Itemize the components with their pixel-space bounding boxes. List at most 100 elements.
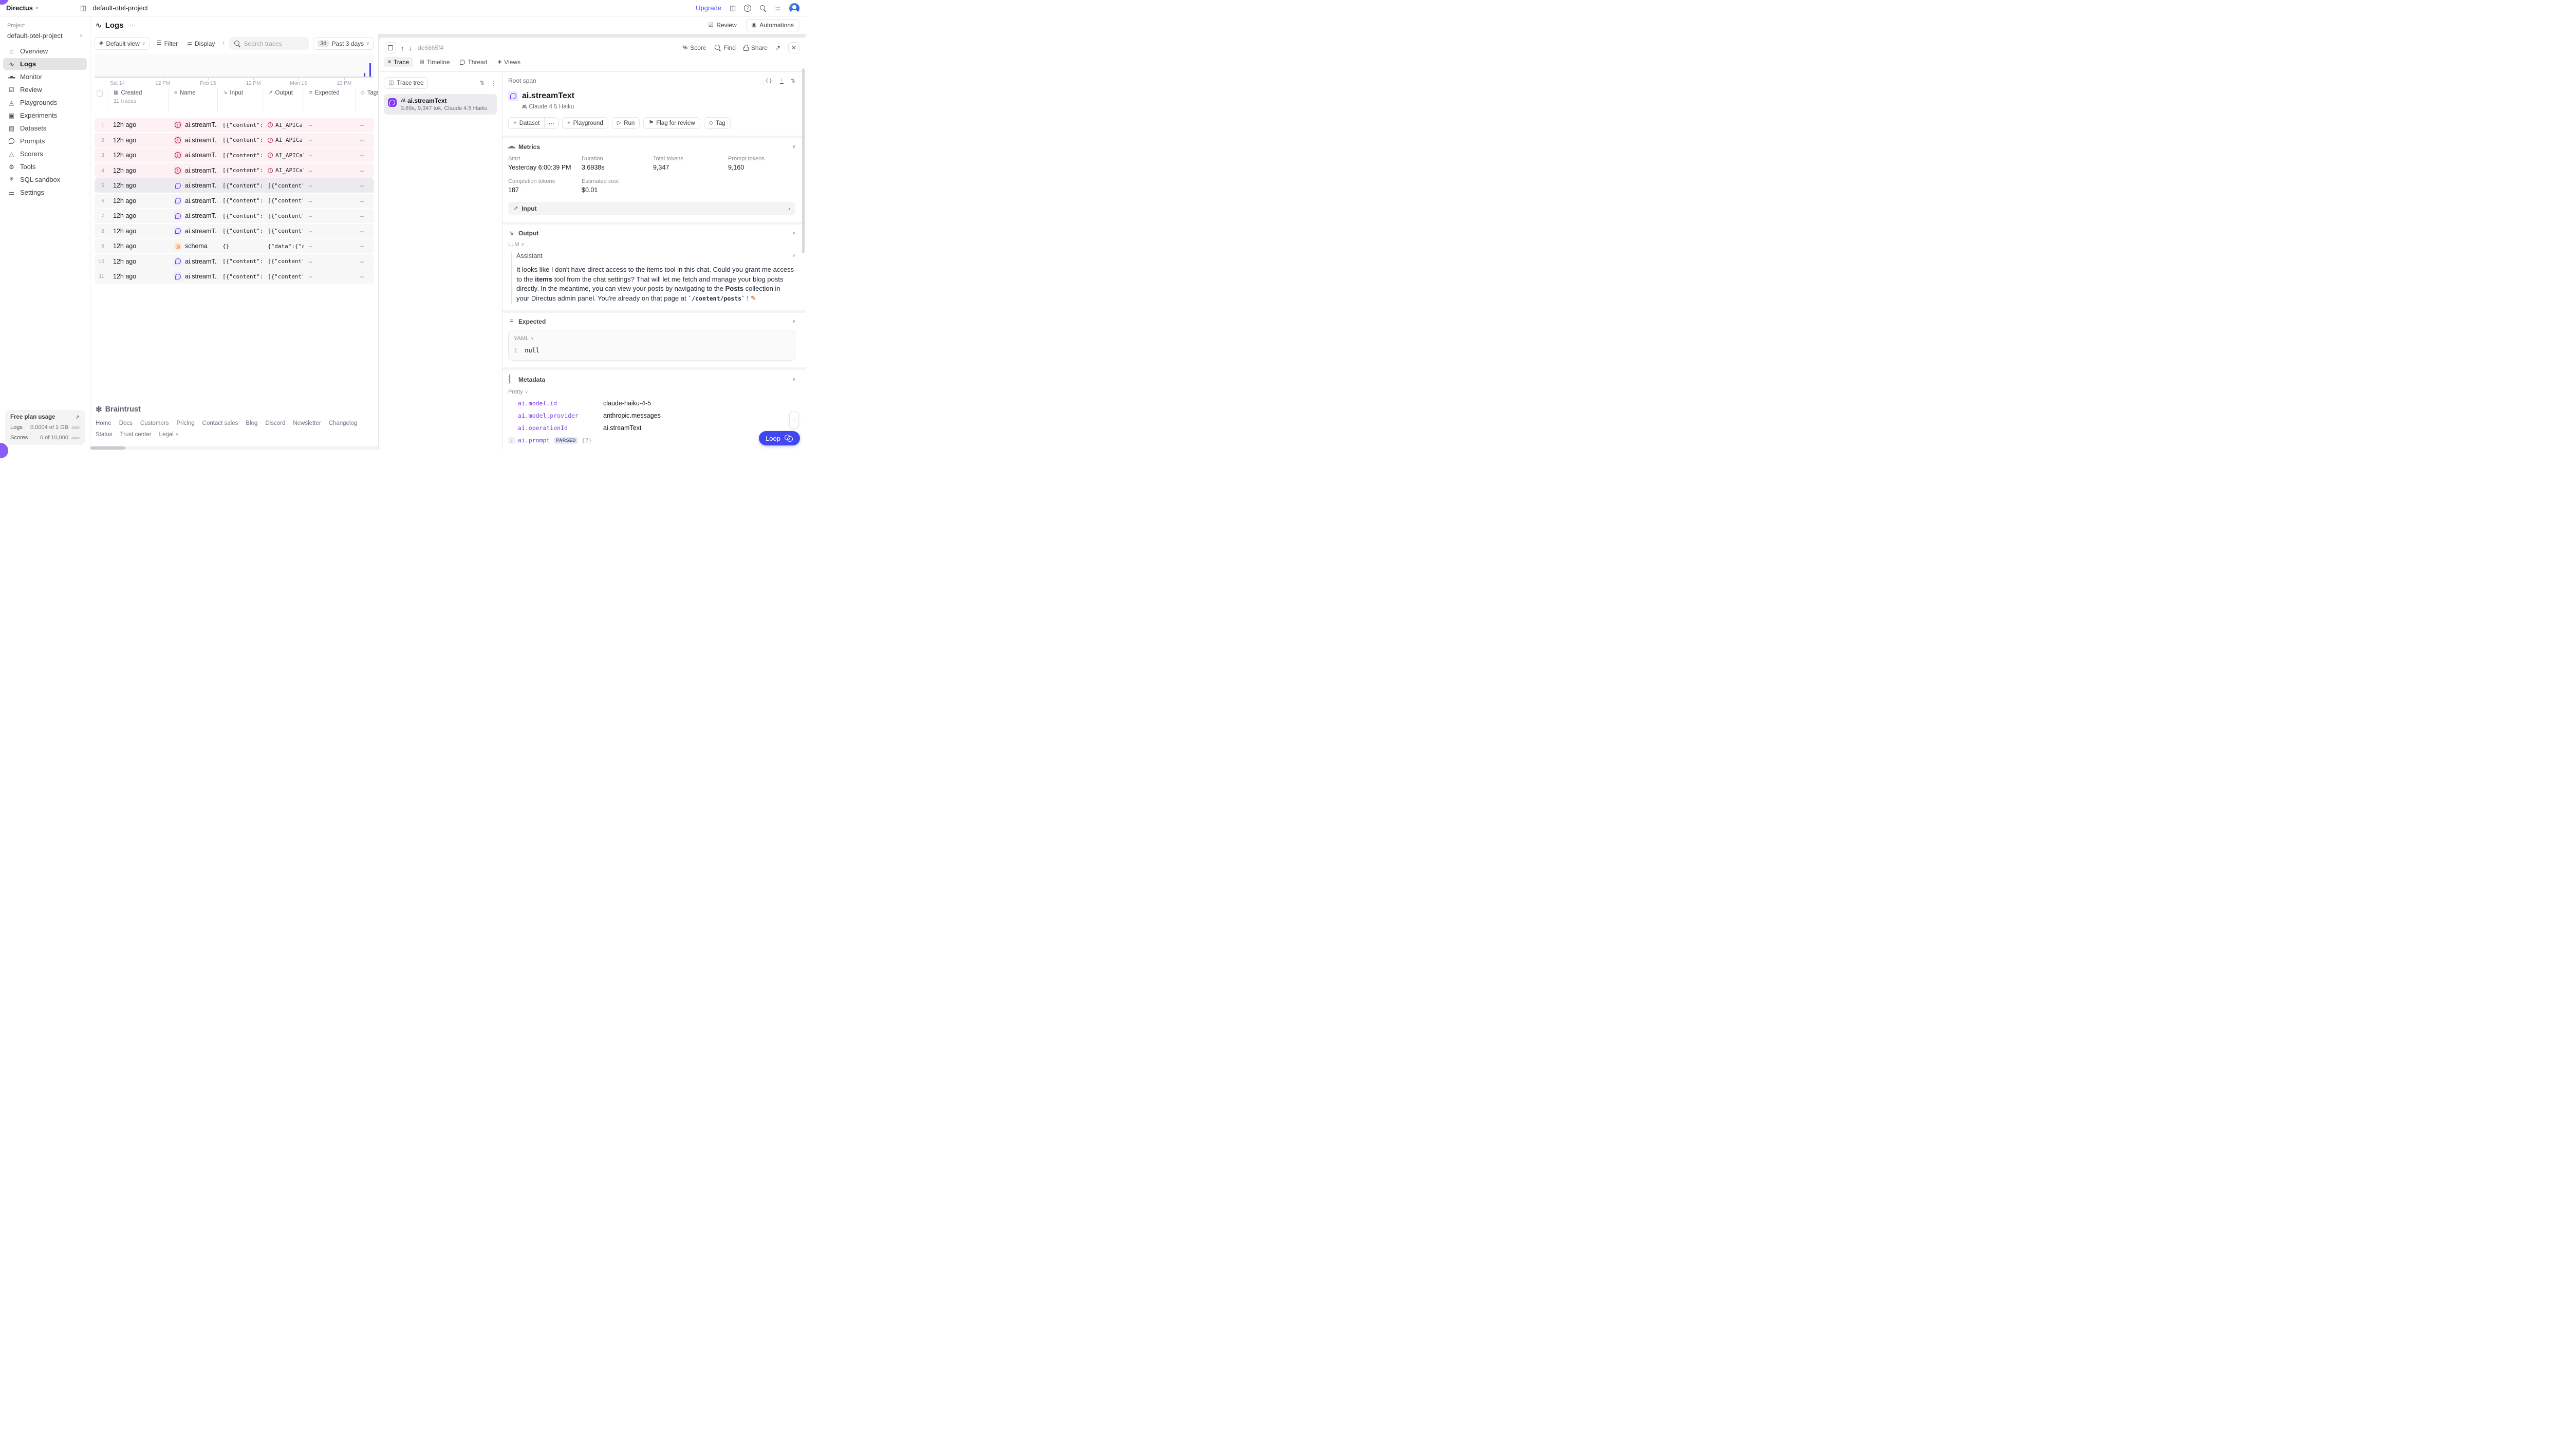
project-selector[interactable]: default-otel-project ∨	[0, 31, 90, 45]
avatar[interactable]	[789, 3, 799, 13]
expected-section-header[interactable]: Expected ∨	[508, 318, 795, 325]
preferences-icon[interactable]: ⚌	[775, 5, 781, 11]
open-external-icon[interactable]: ↗	[775, 44, 780, 51]
tree-menu-icon[interactable]: ⋮	[491, 80, 497, 87]
table-row[interactable]: 8 12h ago ai.streamT... [{"content":" ..…	[95, 224, 374, 238]
expand-panel-button[interactable]	[385, 42, 396, 53]
detail-tab[interactable]: Trace	[384, 57, 413, 67]
footer-link-legal[interactable]: Legal ∨	[159, 432, 179, 438]
metrics-section-header[interactable]: Metrics ∨	[508, 143, 795, 151]
json-view-icon[interactable]: {}	[766, 78, 773, 84]
vertical-scrollbar[interactable]	[802, 68, 805, 253]
close-panel-button[interactable]: ✕	[788, 42, 799, 53]
footer-link[interactable]: Changelog	[329, 420, 358, 426]
table-row[interactable]: 2 12h ago ai.streamT... [{"content":" ..…	[95, 133, 374, 147]
sidebar-toggle-icon[interactable]: ◫	[80, 4, 86, 12]
table-row[interactable]: 10 12h ago ai.streamT... [{"content":" .…	[95, 254, 374, 269]
collapse-sections-icon[interactable]: ⇅	[791, 78, 795, 84]
detail-tab[interactable]: Thread	[456, 57, 491, 67]
dataset-more-button[interactable]: ⋯	[544, 118, 558, 128]
trace-tree-item[interactable]: A\ ai.streamText 3.69s, 9,347 tok, Claud…	[384, 94, 497, 115]
outline-menu-button[interactable]: ≡	[789, 412, 799, 428]
docs-icon[interactable]: ◫	[730, 5, 736, 11]
display-button[interactable]: ⚌ Display	[184, 37, 217, 50]
footer-link[interactable]: Trust center	[120, 432, 152, 438]
trace-histogram[interactable]: Sat 14 12 PM Feb 15 12 PM Mon 16 12 PM	[95, 54, 374, 86]
prev-trace-icon[interactable]: ↑	[401, 44, 404, 52]
tag-button[interactable]: ◇Tag	[704, 117, 731, 129]
table-row[interactable]: 3 12h ago ai.streamT... [{"content":" ..…	[95, 148, 374, 162]
horizontal-scrollbar[interactable]	[90, 446, 125, 450]
sidebar-item[interactable]: Experiments	[3, 109, 87, 121]
detail-tab[interactable]: Timeline	[415, 57, 454, 67]
filter-button[interactable]: ☰ Filter	[154, 37, 181, 50]
metadata-view-selector[interactable]: Pretty ∨	[508, 389, 528, 395]
footer-link[interactable]: Newsletter	[293, 420, 321, 426]
input-section-collapsed[interactable]: ↗ Input ›	[508, 202, 795, 215]
org-switcher[interactable]: Directus ∨	[6, 4, 80, 12]
add-playground-button[interactable]: +Playground	[562, 117, 608, 129]
score-button[interactable]: % Score	[682, 44, 706, 51]
add-dataset-button[interactable]: +Dataset	[509, 118, 544, 128]
metadata-section-header[interactable]: Metadata ∨	[508, 375, 795, 384]
sidebar-item[interactable]: Overview	[3, 45, 87, 57]
metadata-key[interactable]: ai.operationId	[518, 424, 568, 432]
metadata-key[interactable]: ai.response.finishReason	[518, 449, 603, 450]
footer-link[interactable]: Contact sales	[202, 420, 238, 426]
search-traces-box[interactable]	[229, 37, 309, 50]
flag-for-review-button[interactable]: ⚑Flag for review	[643, 117, 700, 129]
run-button[interactable]: ▷Run	[612, 117, 640, 129]
table-row[interactable]: 6 12h ago ai.streamT... [{"content":" ..…	[95, 194, 374, 208]
export-icon[interactable]: ↓	[221, 41, 225, 47]
footer-link[interactable]: Home	[96, 420, 111, 426]
footer-link[interactable]: Discord	[265, 420, 285, 426]
column-header-created[interactable]: Created 11 traces	[108, 88, 169, 113]
table-row[interactable]: 4 12h ago ai.streamT... [{"content":" ..…	[95, 163, 374, 178]
table-row[interactable]: 1 12h ago ai.streamT... [{"content":" ..…	[95, 118, 374, 132]
column-header-expected[interactable]: Expected	[304, 88, 355, 113]
next-trace-icon[interactable]: ↓	[409, 44, 413, 52]
sidebar-item[interactable]: Monitor	[3, 71, 87, 83]
sidebar-item[interactable]: Logs	[3, 58, 87, 70]
loop-button[interactable]: Loop	[759, 431, 800, 445]
select-all-checkbox[interactable]	[97, 90, 103, 97]
usage-card[interactable]: Free plan usage ↗ Logs 0.0004 of 1 GB Sc…	[5, 410, 85, 445]
metadata-key[interactable]: ai.model.provider	[518, 412, 579, 419]
column-header-tags[interactable]: Tags	[355, 88, 374, 113]
output-format-selector[interactable]: LLM ∨	[508, 241, 524, 248]
help-icon[interactable]: ?	[744, 5, 751, 12]
column-header-input[interactable]: Input	[217, 88, 263, 113]
sidebar-item[interactable]: Tools	[3, 161, 87, 173]
table-row[interactable]: 7 12h ago ai.streamT... [{"content":" ..…	[95, 209, 374, 223]
detail-tab[interactable]: Views	[493, 57, 525, 67]
column-header-name[interactable]: Name	[169, 88, 217, 113]
expected-format-selector[interactable]: YAML ∨	[514, 335, 534, 342]
search-icon[interactable]	[759, 5, 767, 12]
footer-link[interactable]: Blog	[246, 420, 257, 426]
footer-link[interactable]: Docs	[119, 420, 133, 426]
expand-chevron[interactable]: ›	[508, 437, 515, 444]
review-button[interactable]: ☑ Review	[704, 20, 740, 31]
view-selector[interactable]: ◈ Default view ∨	[95, 37, 150, 50]
sidebar-item[interactable]: Playgrounds	[3, 97, 87, 108]
upgrade-link[interactable]: Upgrade	[696, 4, 721, 12]
time-range-selector[interactable]: 3d Past 3 days ∨	[313, 37, 374, 50]
find-button[interactable]: Find	[714, 44, 736, 51]
table-row[interactable]: 11 12h ago ai.streamT... [{"content":" .…	[95, 269, 374, 284]
sidebar-item[interactable]: Scorers	[3, 148, 87, 160]
page-menu-icon[interactable]: ⋯	[129, 21, 137, 29]
search-traces-input[interactable]	[244, 40, 305, 47]
share-button[interactable]: Share	[743, 44, 768, 51]
download-icon[interactable]: ↓	[780, 78, 784, 84]
metadata-key[interactable]: ai.prompt	[518, 437, 550, 444]
trace-tree-button[interactable]: ◫ Trace tree	[384, 77, 428, 89]
sidebar-item[interactable]: Review	[3, 84, 87, 96]
sidebar-item[interactable]: SQL sandbox	[3, 174, 87, 185]
sidebar-item[interactable]: Datasets	[3, 122, 87, 134]
footer-link[interactable]: Customers	[140, 420, 169, 426]
footer-link[interactable]: Status	[96, 432, 113, 438]
table-row[interactable]: 9 12h ago schema {} {"data":{"col...	[95, 239, 374, 253]
automations-button[interactable]: ◉ Automations	[746, 19, 799, 31]
metadata-key[interactable]: ai.model.id	[518, 400, 557, 407]
collapse-all-icon[interactable]: ⇅	[480, 80, 485, 86]
